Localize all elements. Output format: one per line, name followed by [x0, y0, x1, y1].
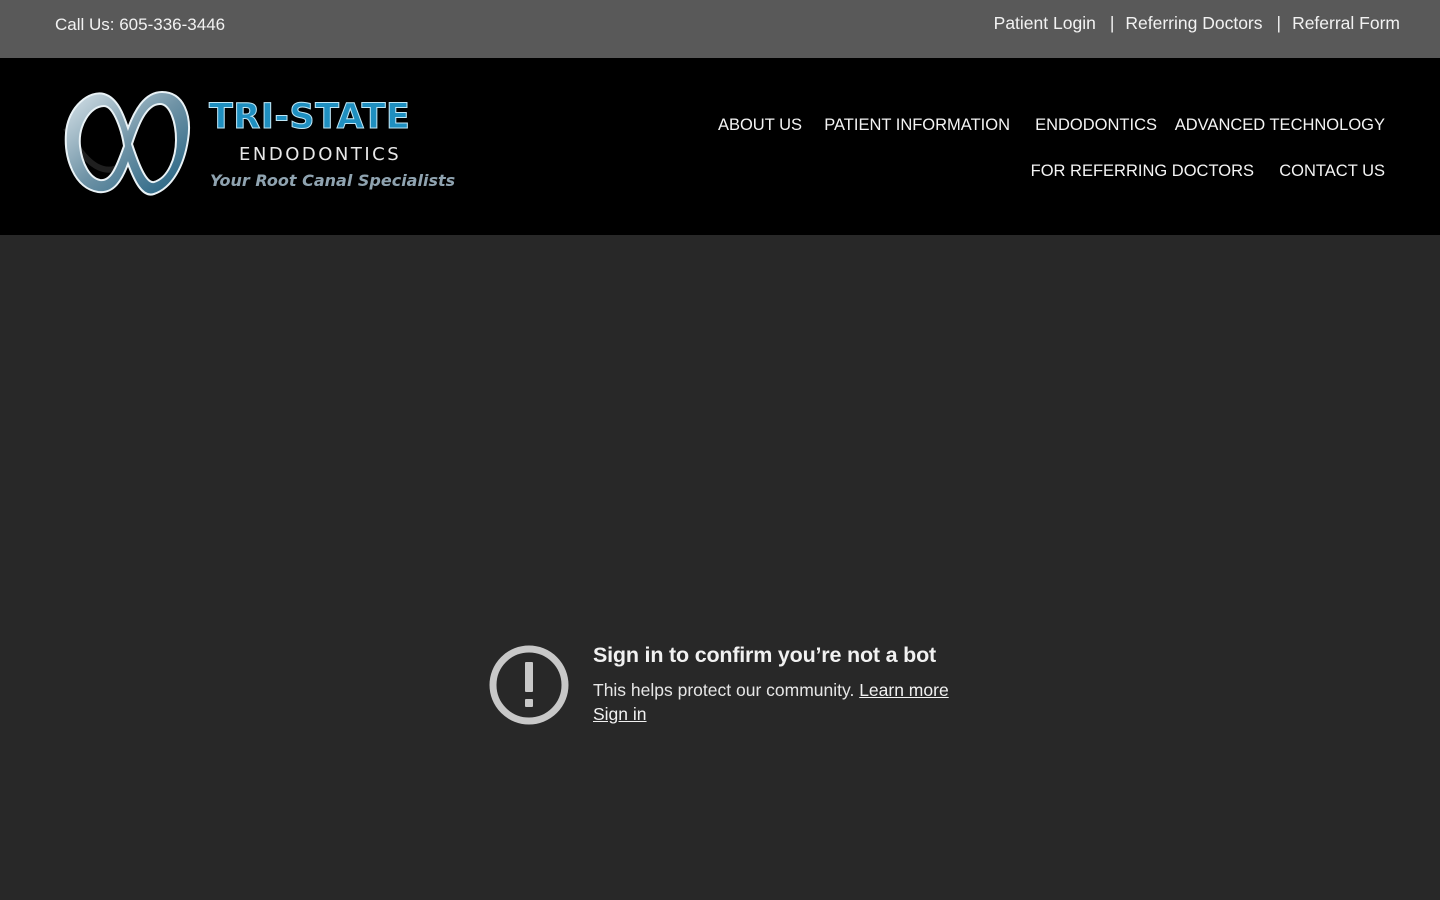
referral-form-link[interactable]: Referral Form: [1292, 13, 1400, 34]
top-bar: Call Us: 605-336-3446 Patient Login | Re…: [0, 0, 1440, 58]
nav-patient-information[interactable]: PATIENT INFORMATION: [824, 116, 1010, 135]
notice-message: This helps protect our community. Learn …: [593, 680, 949, 701]
patient-login-link[interactable]: Patient Login: [994, 13, 1096, 34]
phone-number: Call Us: 605-336-3446: [55, 15, 226, 34]
notice-message-text: This helps protect our community.: [593, 680, 855, 700]
link-separator: |: [1109, 13, 1115, 33]
tooth-logo-icon: [63, 90, 190, 196]
link-separator: |: [1276, 13, 1282, 33]
nav-advanced-technology[interactable]: ADVANCED TECHNOLOGY: [1175, 116, 1385, 135]
logo-tagline: Your Root Canal Specialists: [210, 171, 456, 190]
top-links: Patient Login | Referring Doctors | Refe…: [994, 13, 1400, 34]
logo-title: TRI-STATE: [208, 97, 411, 137]
notice-title: Sign in to confirm you’re not a bot: [593, 643, 936, 667]
alert-circle-icon: [489, 645, 569, 725]
site-header: TRI-STATE ENDODONTICS Your Root Canal Sp…: [0, 58, 1440, 235]
nav-endodontics[interactable]: ENDODONTICS: [1035, 116, 1157, 135]
logo-subtitle: ENDODONTICS: [239, 144, 402, 165]
bot-check-notice: Sign in to confirm you’re not a bot This…: [488, 643, 1008, 733]
referring-doctors-link[interactable]: Referring Doctors: [1125, 13, 1262, 34]
nav-for-referring-doctors[interactable]: FOR REFERRING DOCTORS: [1031, 162, 1254, 181]
nav-contact-us[interactable]: CONTACT US: [1279, 162, 1385, 181]
main-nav: ABOUT US PATIENT INFORMATION ENDODONTICS…: [585, 58, 1385, 235]
site-logo[interactable]: TRI-STATE ENDODONTICS Your Root Canal Sp…: [62, 88, 457, 202]
nav-about-us[interactable]: ABOUT US: [718, 116, 802, 135]
sign-in-link[interactable]: Sign in: [593, 704, 647, 725]
learn-more-link[interactable]: Learn more: [859, 680, 949, 700]
